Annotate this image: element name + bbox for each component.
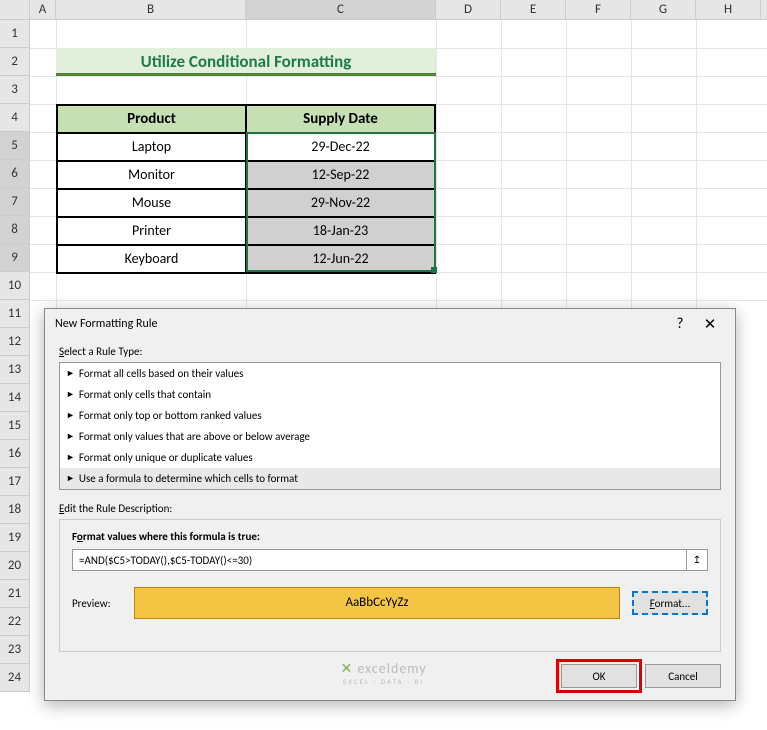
- arrow-icon: ►: [66, 368, 75, 379]
- new-formatting-rule-dialog: New Formatting Rule ? ✕ SSelect a Rule T…: [44, 308, 736, 701]
- row-header-22[interactable]: 22: [0, 608, 29, 636]
- row-header-1[interactable]: 1: [0, 20, 29, 48]
- close-button[interactable]: ✕: [695, 315, 725, 334]
- select-all-corner[interactable]: [0, 0, 30, 19]
- select-rule-type-label: SSelect a Rule Type:elect a Rule Type:: [59, 345, 721, 358]
- table-cell-date[interactable]: 18-Jan-23: [246, 217, 435, 245]
- table-cell-product[interactable]: Printer: [57, 217, 246, 245]
- help-button[interactable]: ?: [665, 315, 695, 333]
- row-header-5[interactable]: 5: [0, 132, 29, 160]
- data-table: Product Supply Date Laptop29-Dec-22 Moni…: [56, 104, 436, 274]
- row-header-17[interactable]: 17: [0, 468, 29, 496]
- row-headers: 1 2 3 4 5 6 7 8 9 10 11 12 13 14 15 16 1…: [0, 20, 30, 692]
- dialog-titlebar[interactable]: New Formatting Rule ? ✕: [45, 309, 735, 339]
- cancel-button[interactable]: Cancel: [645, 664, 721, 688]
- rule-type-item[interactable]: ►Use a formula to determine which cells …: [60, 468, 720, 489]
- row-header-3[interactable]: 3: [0, 76, 29, 104]
- row-header-16[interactable]: 16: [0, 440, 29, 468]
- row-header-14[interactable]: 14: [0, 384, 29, 412]
- row-header-9[interactable]: 9: [0, 244, 29, 272]
- row-header-2[interactable]: 2: [0, 48, 29, 76]
- column-headers: A B C D E F G H: [0, 0, 767, 20]
- col-header-G[interactable]: G: [631, 0, 696, 19]
- col-header-B[interactable]: B: [56, 0, 246, 19]
- arrow-icon: ►: [66, 452, 75, 463]
- preview-box: AaBbCcYyZz: [134, 587, 620, 619]
- col-header-D[interactable]: D: [436, 0, 501, 19]
- table-cell-product[interactable]: Monitor: [57, 161, 246, 189]
- format-button[interactable]: Format...: [632, 591, 708, 615]
- arrow-icon: ►: [66, 431, 75, 442]
- edit-rule-description-label: Edit the Rule Description:: [59, 502, 721, 515]
- col-header-H[interactable]: H: [696, 0, 761, 19]
- row-header-13[interactable]: 13: [0, 356, 29, 384]
- row-header-6[interactable]: 6: [0, 160, 29, 188]
- rule-type-item[interactable]: ►Format only values that are above or be…: [60, 426, 720, 447]
- row-header-23[interactable]: 23: [0, 636, 29, 664]
- table-cell-date[interactable]: 29-Nov-22: [246, 189, 435, 217]
- row-header-10[interactable]: 10: [0, 272, 29, 300]
- table-cell-product[interactable]: Keyboard: [57, 245, 246, 273]
- col-header-C[interactable]: C: [246, 0, 436, 19]
- rule-type-list[interactable]: ►Format all cells based on their values …: [59, 362, 721, 490]
- collapse-dialog-button[interactable]: ↥: [686, 549, 708, 571]
- formula-input[interactable]: [72, 549, 687, 571]
- row-header-24[interactable]: 24: [0, 664, 29, 692]
- table-header-product: Product: [57, 105, 246, 133]
- row-header-12[interactable]: 12: [0, 328, 29, 356]
- col-header-A[interactable]: A: [30, 0, 56, 19]
- table-header-date: Supply Date: [246, 105, 435, 133]
- table-cell-date[interactable]: 12-Jun-22: [246, 245, 435, 273]
- table-cell-date[interactable]: 29-Dec-22: [246, 133, 435, 161]
- formula-label: Format values where this formula is true…: [72, 530, 708, 543]
- rule-type-item[interactable]: ►Format all cells based on their values: [60, 363, 720, 384]
- rule-type-item[interactable]: ►Format only unique or duplicate values: [60, 447, 720, 468]
- dialog-title-text: New Formatting Rule: [55, 317, 665, 331]
- preview-label: Preview:: [72, 597, 122, 610]
- row-header-4[interactable]: 4: [0, 104, 29, 132]
- col-header-F[interactable]: F: [566, 0, 631, 19]
- row-header-20[interactable]: 20: [0, 552, 29, 580]
- arrow-icon: ►: [66, 410, 75, 421]
- page-title: Utilize Conditional Formatting: [56, 48, 436, 76]
- row-header-21[interactable]: 21: [0, 580, 29, 608]
- row-header-7[interactable]: 7: [0, 188, 29, 216]
- row-header-8[interactable]: 8: [0, 216, 29, 244]
- table-cell-product[interactable]: Laptop: [57, 133, 246, 161]
- rule-type-item[interactable]: ►Format only cells that contain: [60, 384, 720, 405]
- row-header-18[interactable]: 18: [0, 496, 29, 524]
- row-header-15[interactable]: 15: [0, 412, 29, 440]
- table-cell-product[interactable]: Mouse: [57, 189, 246, 217]
- rule-type-item[interactable]: ►Format only top or bottom ranked values: [60, 405, 720, 426]
- arrow-icon: ►: [66, 389, 75, 400]
- table-cell-date[interactable]: 12-Sep-22: [246, 161, 435, 189]
- row-header-11[interactable]: 11: [0, 300, 29, 328]
- col-header-E[interactable]: E: [501, 0, 566, 19]
- arrow-icon: ►: [66, 473, 75, 484]
- row-header-19[interactable]: 19: [0, 524, 29, 552]
- ok-button[interactable]: OK: [561, 664, 637, 688]
